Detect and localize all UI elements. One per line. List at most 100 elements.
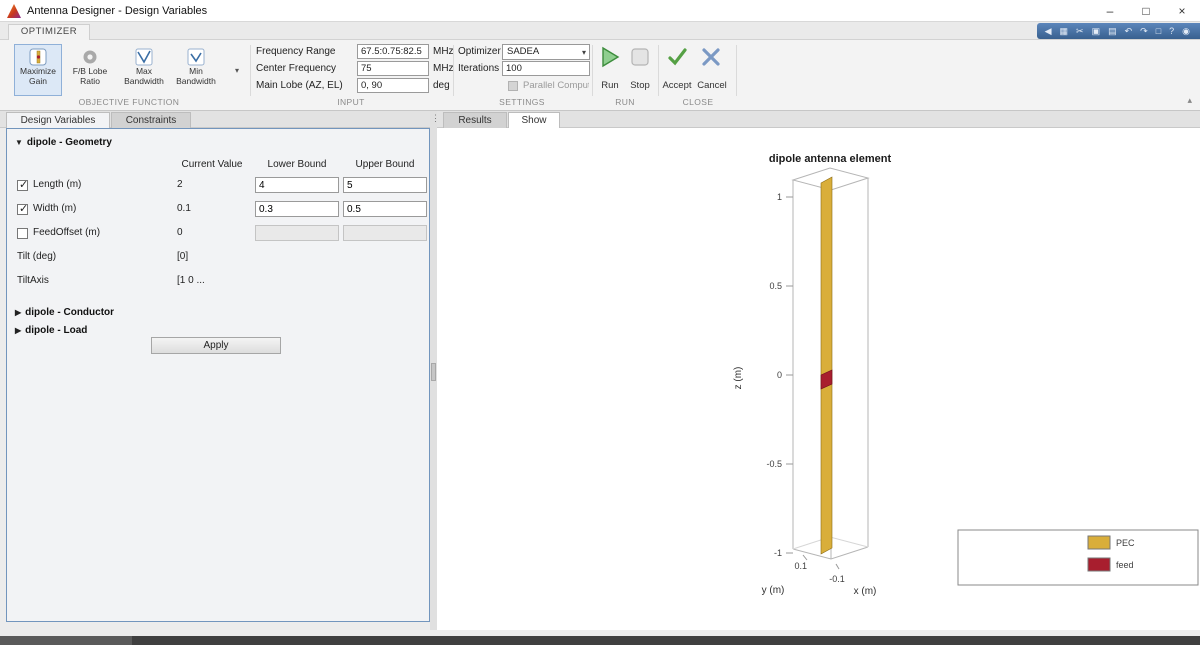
- column-current-value: Current Value: [167, 159, 257, 170]
- legend-swatch-pec: [1088, 536, 1110, 549]
- width-checkbox[interactable]: [17, 204, 28, 215]
- window-controls: – □ ×: [1092, 0, 1200, 22]
- apply-button[interactable]: Apply: [151, 337, 281, 354]
- max-bandwidth-icon: [135, 48, 153, 66]
- feedoffset-checkbox[interactable]: [17, 228, 28, 239]
- row-label: FeedOffset (m): [33, 227, 100, 238]
- redo-icon[interactable]: ↷: [1140, 23, 1148, 39]
- cancel-icon[interactable]: [700, 46, 722, 68]
- z-tick-label: -0.5: [766, 459, 782, 469]
- section-separator: [658, 45, 659, 96]
- run-icon[interactable]: [599, 46, 621, 68]
- geometry-header-label: dipole - Geometry: [27, 137, 112, 148]
- maximize-gain-label: Maximize Gain: [15, 67, 61, 86]
- tab-design-variables[interactable]: Design Variables: [6, 112, 110, 128]
- legend-swatch-feed: [1088, 558, 1110, 571]
- main-lobe-input[interactable]: [357, 78, 429, 93]
- ribbon-tab-row: OPTIMIZER ◀ ▦ ✂ ▣ ▤ ↶ ↷ □ ? ◉: [0, 22, 1200, 40]
- resources-icon[interactable]: ◉: [1182, 23, 1190, 39]
- current-value: [1 0 ...: [177, 275, 205, 286]
- undo-icon[interactable]: ↶: [1125, 23, 1133, 39]
- parallel-computing-checkbox[interactable]: [508, 81, 518, 91]
- section-separator: [250, 45, 251, 96]
- width-lower-bound-input[interactable]: [255, 201, 339, 217]
- maximize-gain-button[interactable]: Maximize Gain: [14, 44, 62, 96]
- maximize-icon[interactable]: □: [1128, 0, 1164, 22]
- z-tick-label: 0: [777, 370, 782, 380]
- z-tick-label: 1: [777, 192, 782, 202]
- close-icon[interactable]: ×: [1164, 0, 1200, 22]
- collapse-icon[interactable]: ◀: [1045, 23, 1052, 39]
- stop-label: Stop: [626, 80, 654, 91]
- table-row-feedoffset: FeedOffset (m) 0: [7, 227, 429, 244]
- min-bandwidth-icon: [187, 48, 205, 66]
- min-bandwidth-label: Min Bandwidth: [173, 67, 219, 86]
- section-label-run: RUN: [593, 97, 657, 107]
- legend: PEC feed: [958, 530, 1198, 585]
- length-lower-bound-input[interactable]: [255, 177, 339, 193]
- center-frequency-unit: MHz: [433, 63, 454, 74]
- conductor-section-header[interactable]: ▶dipole - Conductor: [15, 307, 114, 318]
- stop-icon[interactable]: [629, 46, 651, 68]
- figure-title: dipole antenna element: [769, 153, 892, 165]
- x-tick-label: -0.1: [829, 574, 845, 584]
- document-tab-bar: Design Variables Constraints Results Sho…: [0, 111, 1200, 128]
- geometry-section-header[interactable]: ▼ dipole - Geometry: [15, 137, 112, 148]
- main-lobe-unit: deg: [433, 80, 450, 91]
- parallel-computing-label: Parallel Computing: [523, 80, 589, 91]
- divider-grip-icon: ⋮: [431, 113, 440, 124]
- accept-icon[interactable]: [666, 46, 688, 68]
- frequency-range-label: Frequency Range: [256, 46, 336, 57]
- layout-icon[interactable]: □: [1156, 23, 1161, 39]
- panel-divider[interactable]: ⋮: [430, 111, 437, 630]
- width-upper-bound-input[interactable]: [343, 201, 427, 217]
- copy-icon[interactable]: ▣: [1092, 23, 1101, 39]
- divider-handle[interactable]: [431, 363, 436, 381]
- feedoffset-upper-bound-input: [343, 225, 427, 241]
- chevron-down-icon[interactable]: ▾: [230, 64, 244, 78]
- frequency-range-input[interactable]: [357, 44, 429, 59]
- help-icon[interactable]: ?: [1169, 23, 1174, 39]
- minimize-icon[interactable]: –: [1092, 0, 1128, 22]
- max-bandwidth-button[interactable]: Max Bandwidth: [120, 44, 168, 96]
- accept-label: Accept: [660, 80, 694, 91]
- x-axis-label: x (m): [854, 586, 877, 597]
- tab-constraints[interactable]: Constraints: [111, 112, 191, 128]
- legend-box: [958, 530, 1198, 585]
- maximize-gain-icon: [29, 48, 47, 66]
- paste-icon[interactable]: ▤: [1108, 23, 1117, 39]
- tab-show[interactable]: Show: [508, 112, 560, 128]
- fb-lobe-ratio-button[interactable]: F/B Lobe Ratio: [66, 44, 114, 96]
- grid-icon[interactable]: ▦: [1060, 23, 1069, 39]
- table-row-width: Width (m) 0.1: [7, 203, 429, 220]
- y-axis-label: y (m): [762, 585, 785, 596]
- status-bar: [0, 636, 1200, 645]
- length-upper-bound-input[interactable]: [343, 177, 427, 193]
- min-bandwidth-button[interactable]: Min Bandwidth: [172, 44, 220, 96]
- section-expanded-icon: ▼: [15, 138, 23, 147]
- main-lobe-label: Main Lobe (AZ, EL): [256, 80, 343, 91]
- cut-icon[interactable]: ✂: [1076, 23, 1084, 39]
- iterations-input[interactable]: [502, 61, 590, 76]
- load-header-label: dipole - Load: [25, 325, 87, 336]
- z-axis-label: z (m): [733, 367, 744, 390]
- current-value: [0]: [177, 251, 188, 262]
- optimizer-dropdown[interactable]: SADEA ▾: [502, 44, 590, 60]
- row-label: Tilt (deg): [17, 251, 56, 262]
- max-bandwidth-label: Max Bandwidth: [121, 67, 167, 86]
- collapse-ribbon-icon[interactable]: ▴: [1187, 95, 1192, 106]
- chevron-down-icon: ▾: [582, 46, 586, 60]
- tab-results[interactable]: Results: [443, 112, 507, 128]
- load-section-header[interactable]: ▶dipole - Load: [15, 325, 87, 336]
- feedoffset-lower-bound-input: [255, 225, 339, 241]
- current-value: 0: [177, 227, 183, 238]
- ribbon: Maximize Gain F/B Lobe Ratio Max Bandwid…: [0, 40, 1200, 111]
- dipole-pec-strip: [821, 177, 832, 554]
- run-label: Run: [596, 80, 624, 91]
- z-tick-label: -1: [774, 548, 782, 558]
- tab-optimizer[interactable]: OPTIMIZER: [8, 24, 90, 40]
- center-frequency-input[interactable]: [357, 61, 429, 76]
- row-label: TiltAxis: [17, 275, 49, 286]
- length-checkbox[interactable]: [17, 180, 28, 191]
- fb-lobe-ratio-icon: [81, 48, 99, 66]
